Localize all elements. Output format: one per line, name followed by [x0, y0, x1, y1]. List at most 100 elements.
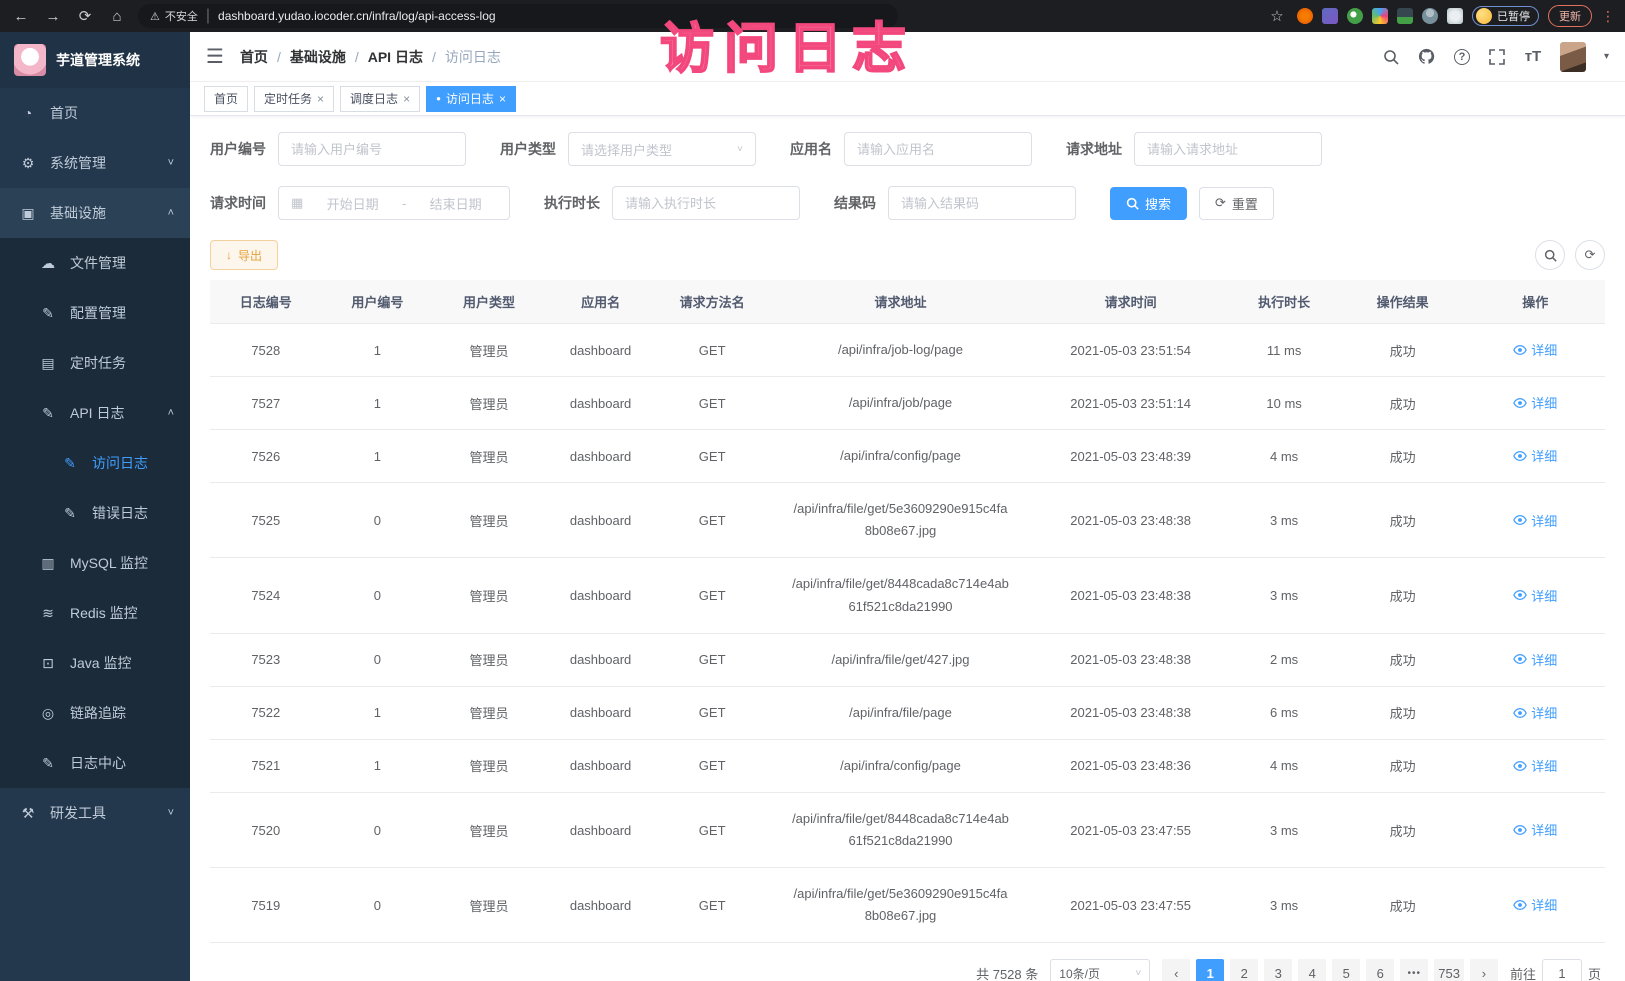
table-row: 7526 1 管理员 dashboard GET /api/infra/conf… [210, 430, 1605, 483]
extension-icon-dark-green[interactable] [1397, 8, 1413, 24]
sidebar-item-trace[interactable]: ◎ 链路追踪 [0, 688, 190, 738]
export-button[interactable]: ↓ 导出 [210, 240, 278, 270]
security-label[interactable]: 不安全 [165, 8, 198, 24]
sidebar-item-home[interactable]: ◔ 首页 [0, 88, 190, 138]
close-icon[interactable]: × [403, 92, 410, 106]
user-id-input[interactable] [278, 132, 466, 166]
sidebar-item-error-log[interactable]: ✎ 错误日志 [0, 488, 190, 538]
app-name-input[interactable] [844, 132, 1032, 166]
page-button[interactable]: 1 [1196, 959, 1224, 981]
caret-down-icon[interactable]: ▾ [1604, 51, 1609, 62]
help-icon[interactable]: ? [1454, 49, 1470, 65]
page-button[interactable]: 5 [1332, 959, 1360, 981]
page-button[interactable]: 2 [1230, 959, 1258, 981]
browser-home-icon[interactable]: ⌂ [106, 8, 128, 25]
reset-button[interactable]: ⟳ 重置 [1199, 187, 1274, 220]
detail-link[interactable]: 详细 [1513, 393, 1557, 412]
cell-method: GET [656, 686, 768, 739]
github-icon[interactable] [1418, 48, 1436, 66]
sidebar-item-scheduled-tasks[interactable]: ▤ 定时任务 [0, 338, 190, 388]
page-button[interactable]: 6 [1366, 959, 1394, 981]
sidebar-item-api-log[interactable]: ✎ API 日志 ˄ [0, 388, 190, 438]
infrastructure-icon: ▣ [20, 205, 36, 222]
tab-home[interactable]: 首页 [204, 86, 248, 112]
user-type-select[interactable]: 请选择用户类型 ˅ [568, 132, 756, 166]
sidebar-item-system-management[interactable]: ⚙ 系统管理 ˅ [0, 138, 190, 188]
app-logo[interactable]: 芋道管理系统 [0, 32, 190, 88]
cell-request-time: 2021-05-03 23:48:38 [1033, 558, 1228, 633]
detail-link[interactable]: 详细 [1513, 446, 1557, 465]
page-button[interactable]: ••• [1400, 959, 1428, 981]
bookmark-star-icon[interactable]: ☆ [1266, 7, 1288, 25]
page-button[interactable]: 4 [1298, 959, 1326, 981]
refresh-icon: ⟳ [1585, 247, 1596, 263]
close-icon[interactable]: × [499, 92, 506, 106]
address-bar[interactable]: ⚠ 不安全 | dashboard.yudao.iocoder.cn/infra… [138, 4, 898, 28]
cell-duration: 6 ms [1228, 686, 1340, 739]
sidebar-item-file-management[interactable]: ☁ 文件管理 [0, 238, 190, 288]
search-button[interactable]: 搜索 [1110, 187, 1187, 220]
browser-menu-icon[interactable]: ⋮ [1601, 8, 1615, 25]
sidebar-item-access-log[interactable]: ✎ 访问日志 [0, 438, 190, 488]
profile-paused-pill[interactable]: 已暂停 [1472, 6, 1539, 26]
browser-reload-icon[interactable]: ⟳ [74, 7, 96, 25]
cell-method: GET [656, 792, 768, 867]
page-size-select[interactable]: 10条/页 ˅ [1050, 959, 1150, 981]
cell-user-type: 管理员 [433, 324, 545, 377]
browser-back-icon[interactable]: ← [10, 8, 32, 25]
browser-update-button[interactable]: 更新 [1548, 5, 1592, 27]
breadcrumb-home[interactable]: 首页 [240, 47, 268, 67]
extension-icon-person[interactable] [1422, 8, 1438, 24]
detail-link[interactable]: 详细 [1513, 820, 1557, 839]
extension-icon-colorful[interactable] [1372, 8, 1388, 24]
extension-icon-shield[interactable] [1322, 8, 1338, 24]
duration-input[interactable] [612, 186, 800, 220]
refresh-table-button[interactable]: ⟳ [1575, 240, 1605, 270]
sidebar-item-log-center[interactable]: ✎ 日志中心 [0, 738, 190, 788]
toggle-search-button[interactable] [1535, 240, 1565, 270]
detail-link[interactable]: 详细 [1513, 586, 1557, 605]
extension-icon-orange[interactable] [1297, 8, 1313, 24]
app-title: 芋道管理系统 [56, 50, 140, 70]
sidebar-item-mysql-monitor[interactable]: ▥ MySQL 监控 [0, 538, 190, 588]
close-icon[interactable]: × [317, 92, 324, 106]
page-button[interactable]: 3 [1264, 959, 1292, 981]
avatar[interactable] [1560, 42, 1586, 72]
search-icon[interactable] [1382, 48, 1400, 66]
eye-icon [1513, 823, 1527, 837]
prev-page-button[interactable]: ‹ [1162, 959, 1190, 981]
result-code-input[interactable] [888, 186, 1076, 220]
detail-link[interactable]: 详细 [1513, 703, 1557, 722]
goto-page-input[interactable] [1542, 959, 1582, 981]
tab-schedule-log[interactable]: 调度日志 × [340, 86, 420, 112]
sidebar-item-redis-monitor[interactable]: ≋ Redis 监控 [0, 588, 190, 638]
detail-link[interactable]: 详细 [1513, 650, 1557, 669]
hamburger-icon[interactable]: ☰ [206, 44, 224, 69]
breadcrumb-infrastructure[interactable]: 基础设施 [290, 47, 346, 67]
fullscreen-icon[interactable] [1488, 48, 1506, 66]
col-user-id: 用户编号 [322, 280, 434, 324]
cell-user-type: 管理员 [433, 483, 545, 558]
page-button[interactable]: 753 [1434, 959, 1464, 981]
edit-icon: ✎ [62, 505, 78, 522]
request-time-range-picker[interactable]: ▦ 开始日期 - 结束日期 [278, 186, 510, 220]
detail-link[interactable]: 详细 [1513, 511, 1557, 530]
request-url-input[interactable] [1134, 132, 1322, 166]
extension-icon-snowflake[interactable] [1447, 8, 1463, 24]
font-size-icon[interactable]: тT [1524, 48, 1542, 66]
cell-user-id: 0 [322, 633, 434, 686]
url-text[interactable]: dashboard.yudao.iocoder.cn/infra/log/api… [218, 9, 496, 23]
sidebar-item-java-monitor[interactable]: ⊡ Java 监控 [0, 638, 190, 688]
tab-scheduled-tasks[interactable]: 定时任务 × [254, 86, 334, 112]
detail-link[interactable]: 详细 [1513, 756, 1557, 775]
detail-link[interactable]: 详细 [1513, 895, 1557, 914]
browser-forward-icon[interactable]: → [42, 8, 64, 25]
sidebar-item-config-management[interactable]: ✎ 配置管理 [0, 288, 190, 338]
sidebar-item-infrastructure[interactable]: ▣ 基础设施 ˄ [0, 188, 190, 238]
breadcrumb-api-log[interactable]: API 日志 [368, 47, 423, 67]
detail-link[interactable]: 详细 [1513, 340, 1557, 359]
extension-icon-green-circle[interactable] [1347, 8, 1363, 24]
sidebar-item-dev-tools[interactable]: ⚒ 研发工具 ˅ [0, 788, 190, 838]
next-page-button[interactable]: › [1470, 959, 1498, 981]
tab-access-log[interactable]: ● 访问日志 × [426, 86, 516, 112]
